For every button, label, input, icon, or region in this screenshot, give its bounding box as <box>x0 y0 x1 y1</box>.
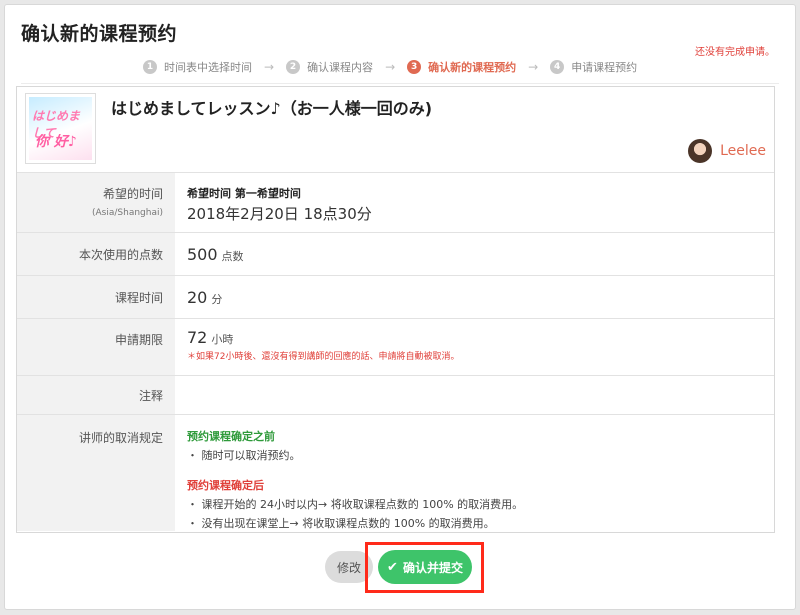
points-unit: 点数 <box>221 249 244 263</box>
step-1-label: 时间表中选择时间 <box>164 61 252 74</box>
step-4: 4 申请课程预约 <box>550 59 637 75</box>
lesson-card: はじめまして 你 好♪ はじめましてレッスン♪（お一人様一回のみ) Leelee… <box>16 86 775 533</box>
deadline-label: 申請期限 <box>17 319 175 375</box>
policy-before-title: 预约课程确定之前 <box>187 430 275 443</box>
teacher-info[interactable]: Leelee <box>688 139 766 163</box>
page-title: 确认新的课程预约 <box>21 23 178 45</box>
policy-value-cell: 预约课程确定之前 ・ 随时可以取消预约。 预约课程确定后 ・ 课程开始的 24小… <box>175 415 774 531</box>
thumbnail-text-2: 你 好♪ <box>35 134 77 150</box>
policy-after-item-1: ・ 课程开始的 24小时以内→ 将收取课程点数的 100% 的取消费用。 <box>187 498 524 511</box>
arrow-right-icon: → <box>528 60 539 74</box>
avatar[interactable] <box>688 139 713 163</box>
row-time: 希望的时间 (Asia/Shanghai) 希望时间 第一希望时间 2018年2… <box>17 173 774 233</box>
step-2-label: 确认课程内容 <box>307 61 374 74</box>
lesson-thumbnail[interactable]: はじめまして 你 好♪ <box>25 93 96 164</box>
time-caption: 希望时间 第一希望时间 <box>187 187 301 200</box>
duration-value-cell: 20 分 <box>175 288 774 307</box>
lesson-title: はじめましてレッスン♪（お一人様一回のみ) <box>111 99 433 118</box>
step-2-number: 2 <box>286 60 301 74</box>
progress-steps: 1 时间表中选择时间 → 2 确认课程内容 → 3 确认新的课程预约 → 4 申… <box>143 57 637 77</box>
duration-value: 20 <box>187 287 208 307</box>
step-3: 3 确认新的课程预约 <box>407 59 516 75</box>
time-label-cell: 希望的时间 (Asia/Shanghai) <box>17 173 175 232</box>
policy-after-title: 预约课程确定后 <box>187 479 264 492</box>
step-1: 1 时间表中选择时间 <box>143 59 252 75</box>
divider <box>21 83 779 84</box>
time-value-cell: 希望时间 第一希望时间 2018年2月20日 18点30分 <box>175 173 774 232</box>
teacher-name-link[interactable]: Leelee <box>720 143 766 159</box>
details-table: 希望的时间 (Asia/Shanghai) 希望时间 第一希望时间 2018年2… <box>17 172 774 531</box>
step-4-label: 申请课程预约 <box>571 61 638 74</box>
policy-label: 讲师的取消规定 <box>17 415 175 531</box>
deadline-value-cell: 72 小時 ＊如果72小時後、還沒有得到講師的回應的話、申請將自動被取消。 <box>175 319 774 375</box>
points-value: 500 <box>187 244 218 264</box>
row-points: 本次使用的点数 500 点数 <box>17 233 774 276</box>
arrow-right-icon: → <box>264 60 275 74</box>
duration-label: 课程时间 <box>17 276 175 318</box>
arrow-right-icon: → <box>385 60 396 74</box>
points-label: 本次使用的点数 <box>17 233 175 275</box>
status-message: 还没有完成申请。 <box>695 47 775 58</box>
duration-unit: 分 <box>211 292 223 306</box>
deadline-note: ＊如果72小時後、還沒有得到講師的回應的話、申請將自動被取消。 <box>187 352 460 362</box>
row-deadline: 申請期限 72 小時 ＊如果72小時後、還沒有得到講師的回應的話、申請將自動被取消… <box>17 319 774 376</box>
points-value-cell: 500 点数 <box>175 245 774 264</box>
time-value: 2018年2月20日 18点30分 <box>187 205 372 223</box>
step-3-number: 3 <box>407 60 422 74</box>
policy-after-item-2: ・ 没有出现在课堂上→ 将收取课程点数的 100% 的取消费用。 <box>187 517 495 530</box>
action-bar: 修改 ✔ 确认并提交 <box>0 542 800 593</box>
time-label: 希望的时间 <box>102 187 163 201</box>
time-zone: (Asia/Shanghai) <box>92 208 163 218</box>
step-1-number: 1 <box>143 60 157 74</box>
check-icon: ✔ <box>387 559 398 575</box>
lesson-thumbnail-image: はじめまして 你 好♪ <box>29 97 92 160</box>
step-3-label: 确认新的课程预约 <box>428 61 517 74</box>
deadline-unit: 小時 <box>211 333 234 346</box>
confirm-submit-label: 确认并提交 <box>402 560 463 575</box>
deadline-value: 72 <box>187 328 208 347</box>
policy-before-item: ・ 随时可以取消预约。 <box>187 449 301 462</box>
row-cancel-policy: 讲师的取消规定 预约课程确定之前 ・ 随时可以取消预约。 预约课程确定后 ・ 课… <box>17 415 774 531</box>
row-duration: 课程时间 20 分 <box>17 276 774 319</box>
step-2: 2 确认课程内容 <box>286 59 373 75</box>
notes-label: 注释 <box>17 376 175 414</box>
step-4-number: 4 <box>550 60 565 74</box>
row-notes: 注释 <box>17 376 774 415</box>
confirm-submit-button[interactable]: ✔ 确认并提交 <box>378 550 472 584</box>
